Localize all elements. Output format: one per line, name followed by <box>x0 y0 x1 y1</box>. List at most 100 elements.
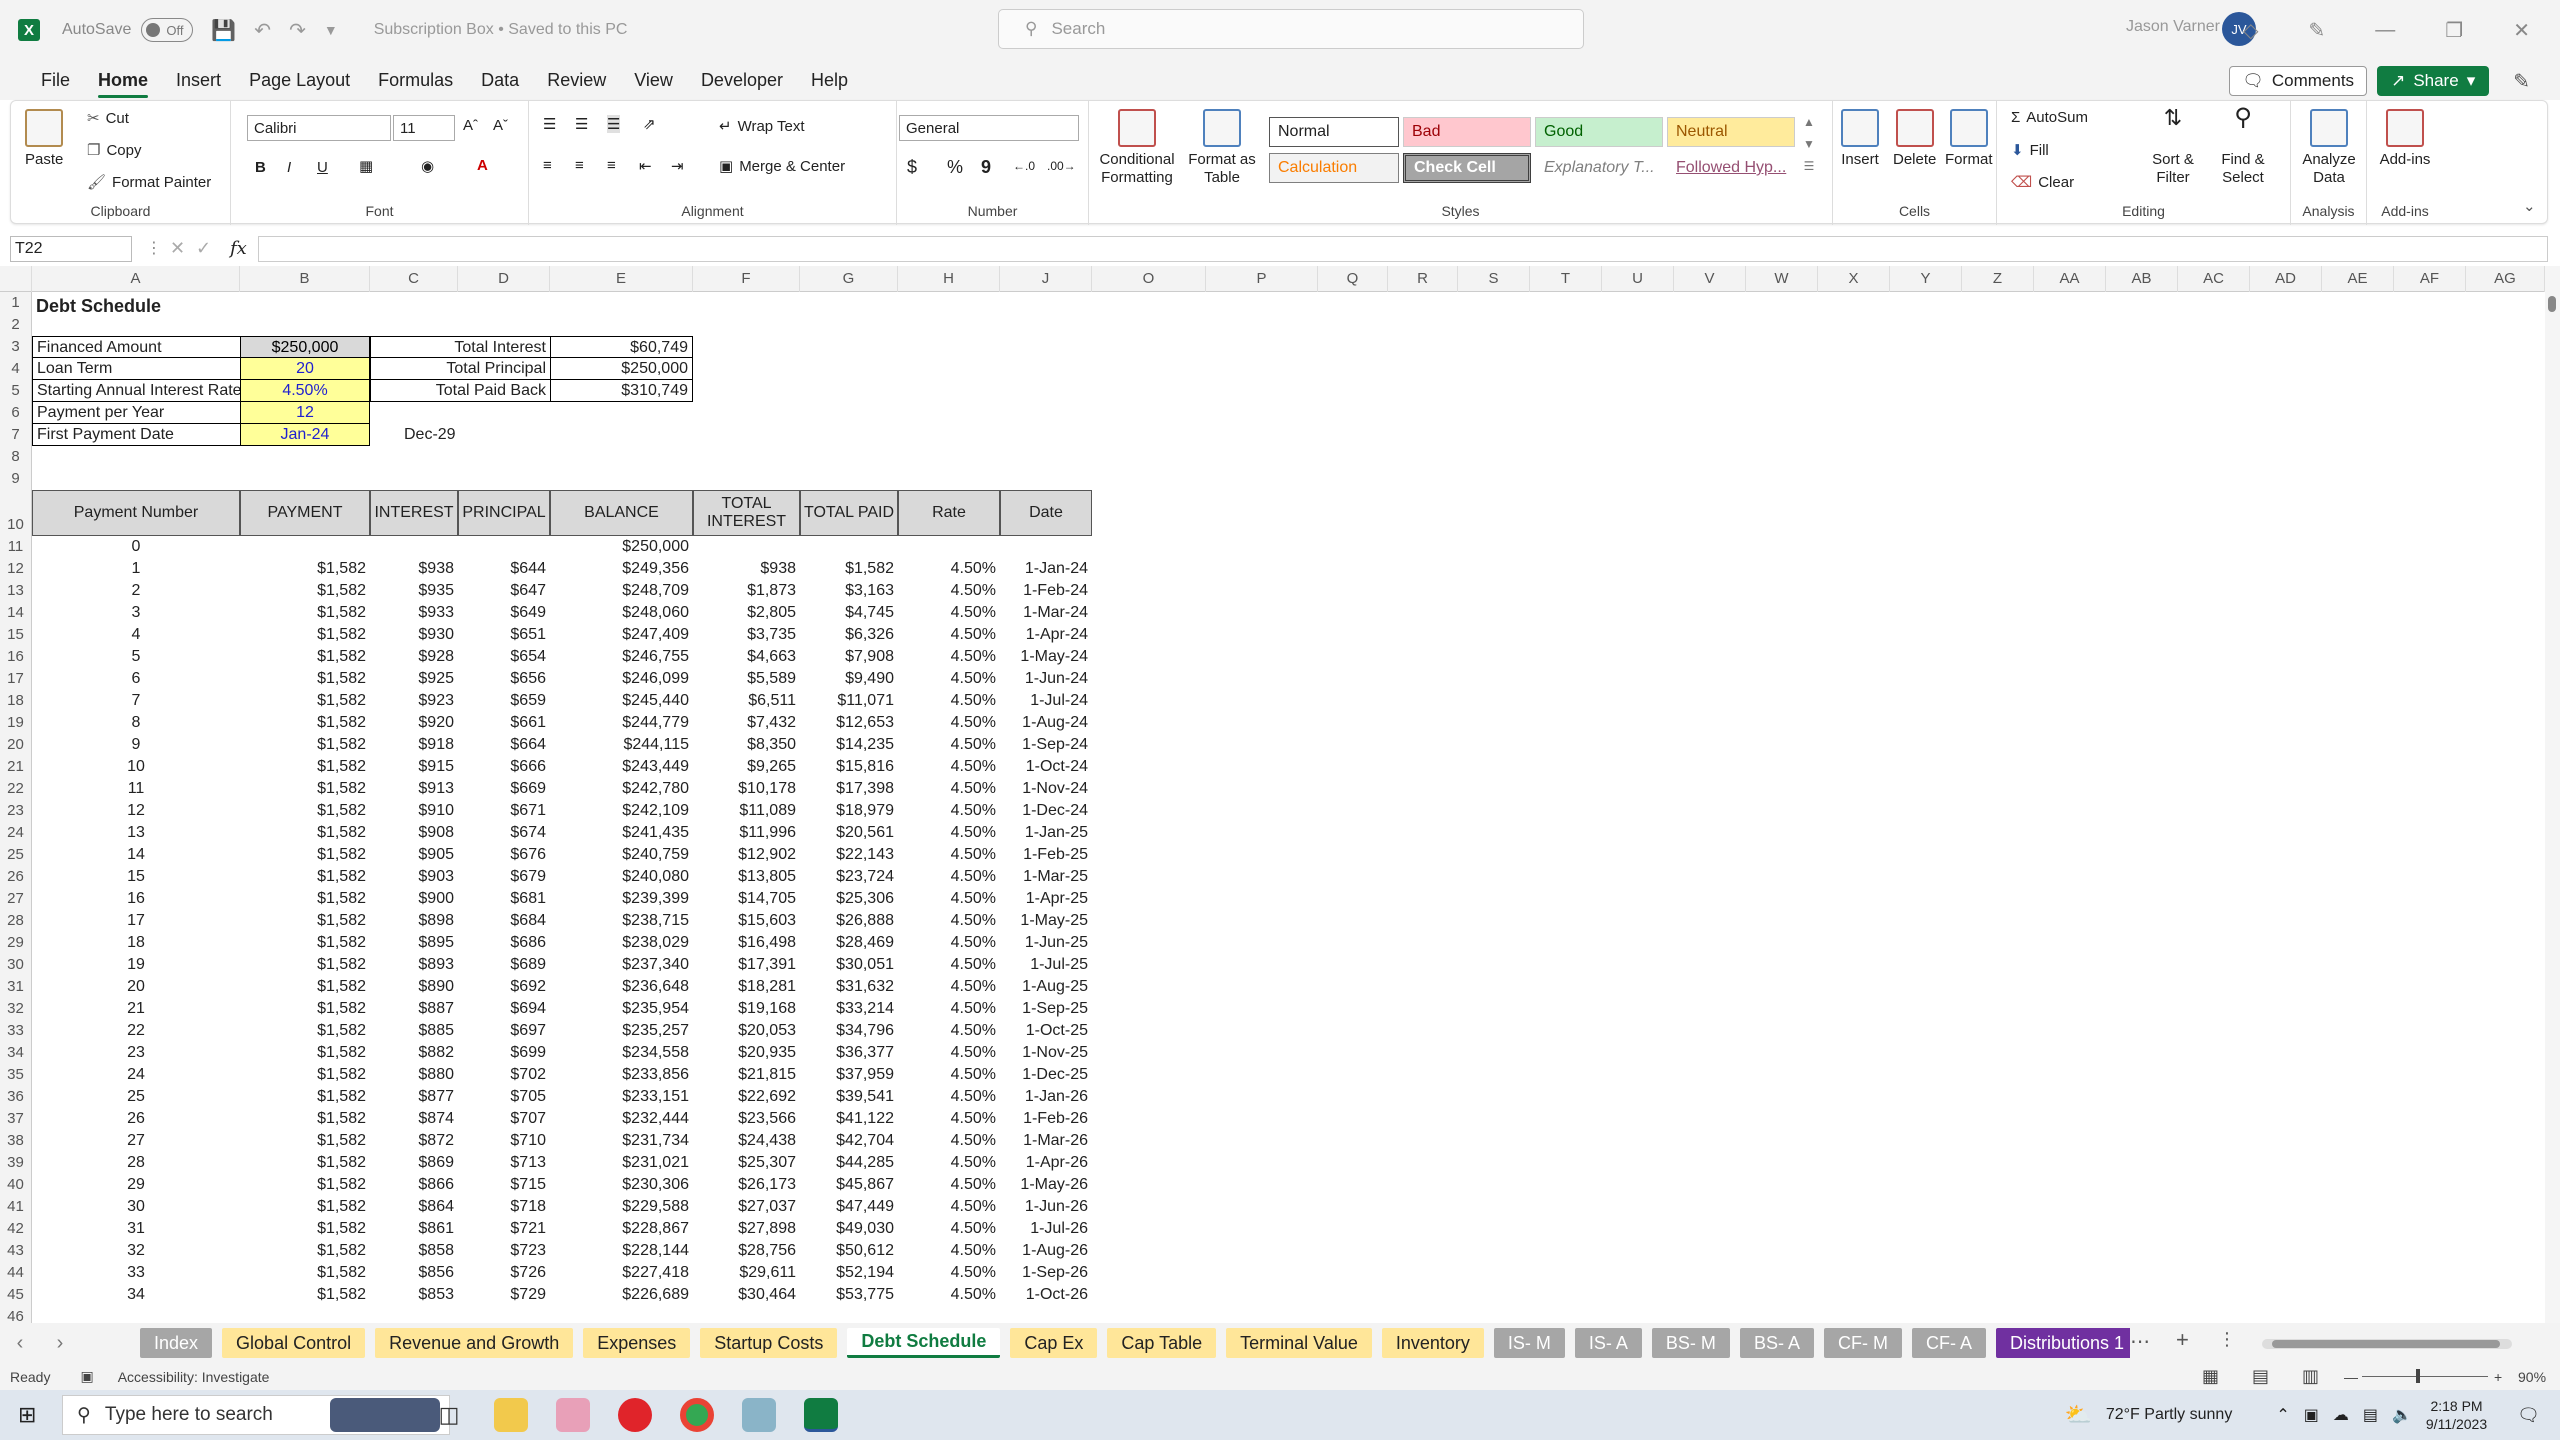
input-value[interactable]: $250,000 <box>240 336 370 358</box>
table-cell[interactable]: $905 <box>370 844 458 866</box>
customize-toolbar-icon[interactable]: ▼ <box>324 22 338 38</box>
table-cell[interactable]: 1-Sep-24 <box>1000 734 1092 756</box>
table-cell[interactable]: $240,759 <box>550 844 693 866</box>
horizontal-scroll-thumb[interactable] <box>2272 1340 2500 1348</box>
table-cell[interactable]: $233,856 <box>550 1064 693 1086</box>
sort-filter-button[interactable]: ⇅ Sort & Filter <box>2141 107 2205 187</box>
table-cell[interactable]: $13,805 <box>693 866 800 888</box>
table-cell[interactable]: 1-Jul-26 <box>1000 1218 1092 1240</box>
add-sheet-icon[interactable]: + <box>2176 1327 2189 1353</box>
table-cell[interactable]: 21 <box>32 998 240 1020</box>
table-cell[interactable]: $25,306 <box>800 888 898 910</box>
fill-color-icon[interactable]: ◉ <box>421 157 434 175</box>
column-header[interactable]: O <box>1092 266 1206 292</box>
table-cell[interactable]: 6 <box>32 668 240 690</box>
column-header[interactable]: R <box>1388 266 1458 292</box>
align-left-icon[interactable]: ≡ <box>543 157 552 174</box>
align-top-icon[interactable]: ☰ <box>543 115 556 133</box>
table-cell[interactable]: 19 <box>32 954 240 976</box>
table-cell[interactable]: $923 <box>370 690 458 712</box>
table-cell[interactable]: 1-Mar-24 <box>1000 602 1092 624</box>
table-cell[interactable]: 4.50% <box>898 998 1000 1020</box>
increase-indent-icon[interactable]: ⇥ <box>671 157 684 175</box>
file-explorer-icon[interactable] <box>494 1398 528 1432</box>
table-cell[interactable]: 4.50% <box>898 910 1000 932</box>
table-cell[interactable]: $1,582 <box>240 1108 370 1130</box>
table-cell[interactable]: $647 <box>458 580 550 602</box>
align-right-icon[interactable]: ≡ <box>607 157 616 174</box>
table-cell[interactable]: $666 <box>458 756 550 778</box>
column-header[interactable]: AD <box>2250 266 2322 292</box>
sheet-tab-is-m[interactable]: IS- M <box>1493 1328 1565 1358</box>
table-cell[interactable]: $1,582 <box>240 1284 370 1306</box>
zoom-level[interactable]: 90% <box>2518 1369 2546 1385</box>
table-cell[interactable]: 4.50% <box>898 1174 1000 1196</box>
table-cell[interactable]: 25 <box>32 1086 240 1108</box>
table-cell[interactable]: $10,178 <box>693 778 800 800</box>
table-cell[interactable]: $44,285 <box>800 1152 898 1174</box>
table-cell[interactable]: $689 <box>458 954 550 976</box>
table-cell[interactable]: $918 <box>370 734 458 756</box>
font-color-icon[interactable]: A <box>477 157 488 174</box>
table-cell[interactable]: 4.50% <box>898 888 1000 910</box>
table-cell[interactable]: 16 <box>32 888 240 910</box>
column-header[interactable]: P <box>1206 266 1318 292</box>
table-cell[interactable]: 1-Apr-26 <box>1000 1152 1092 1174</box>
table-cell[interactable]: $6,326 <box>800 624 898 646</box>
percent-button[interactable]: % <box>947 157 963 178</box>
sheet-tab-startup-costs[interactable]: Startup Costs <box>700 1328 838 1358</box>
font-size-select[interactable]: 11 <box>393 115 455 141</box>
table-cell[interactable]: $877 <box>370 1086 458 1108</box>
table-cell[interactable]: $686 <box>458 932 550 954</box>
table-cell[interactable]: $885 <box>370 1020 458 1042</box>
bold-button[interactable]: B <box>255 159 266 176</box>
table-cell[interactable]: $36,377 <box>800 1042 898 1064</box>
row-header[interactable]: 6 <box>0 402 32 424</box>
table-cell[interactable]: $898 <box>370 910 458 932</box>
table-cell[interactable]: 1-Jan-24 <box>1000 558 1092 580</box>
column-header[interactable]: H <box>898 266 1000 292</box>
table-cell[interactable]: 1-Dec-25 <box>1000 1064 1092 1086</box>
table-cell[interactable]: $239,399 <box>550 888 693 910</box>
page-break-icon[interactable]: ▥ <box>2302 1366 2319 1387</box>
table-cell[interactable]: $1,582 <box>240 1086 370 1108</box>
table-cell[interactable]: $247,409 <box>550 624 693 646</box>
table-cell[interactable]: $1,582 <box>240 1174 370 1196</box>
table-cell[interactable]: 1-Oct-26 <box>1000 1284 1092 1306</box>
table-cell[interactable]: $45,867 <box>800 1174 898 1196</box>
currency-button[interactable]: $ <box>907 157 917 178</box>
table-cell[interactable]: $935 <box>370 580 458 602</box>
style-followed-hyperlink[interactable]: Followed Hyp... <box>1667 153 1795 183</box>
table-cell[interactable]: $723 <box>458 1240 550 1262</box>
column-header[interactable]: E <box>550 266 693 292</box>
table-cell[interactable]: $49,030 <box>800 1218 898 1240</box>
table-cell[interactable]: $30,464 <box>693 1284 800 1306</box>
table-cell[interactable]: $669 <box>458 778 550 800</box>
format-cells-button[interactable]: Format <box>1945 109 1993 169</box>
input-value[interactable]: Jan-24 <box>240 424 370 446</box>
table-cell[interactable]: 1-Mar-25 <box>1000 866 1092 888</box>
table-cell[interactable]: $910 <box>370 800 458 822</box>
table-cell[interactable]: $1,582 <box>240 668 370 690</box>
table-cell[interactable]: $234,558 <box>550 1042 693 1064</box>
row-header[interactable]: 3 <box>0 336 32 358</box>
menu-view[interactable]: View <box>620 60 687 100</box>
table-cell[interactable]: $238,715 <box>550 910 693 932</box>
table-cell[interactable]: $864 <box>370 1196 458 1218</box>
table-cell[interactable]: 4.50% <box>898 822 1000 844</box>
table-cell[interactable]: $22,143 <box>800 844 898 866</box>
table-cell[interactable]: $1,582 <box>240 1262 370 1284</box>
sheet-tab-expenses[interactable]: Expenses <box>583 1328 691 1358</box>
format-painter-button[interactable]: 🖌 Format Painter <box>87 173 211 192</box>
column-header[interactable]: U <box>1602 266 1674 292</box>
table-cell[interactable]: 3 <box>32 602 240 624</box>
table-cell[interactable]: 4.50% <box>898 1086 1000 1108</box>
font-name-select[interactable]: Calibri <box>247 115 391 141</box>
table-cell[interactable]: $1,582 <box>240 646 370 668</box>
next-sheet-icon[interactable]: › <box>40 1332 80 1355</box>
table-cell[interactable]: $246,755 <box>550 646 693 668</box>
table-cell[interactable]: $679 <box>458 866 550 888</box>
table-cell[interactable]: 1-Mar-26 <box>1000 1130 1092 1152</box>
redo-icon[interactable]: ↷ <box>289 18 306 43</box>
normal-view-icon[interactable]: ▦ <box>2202 1366 2219 1387</box>
